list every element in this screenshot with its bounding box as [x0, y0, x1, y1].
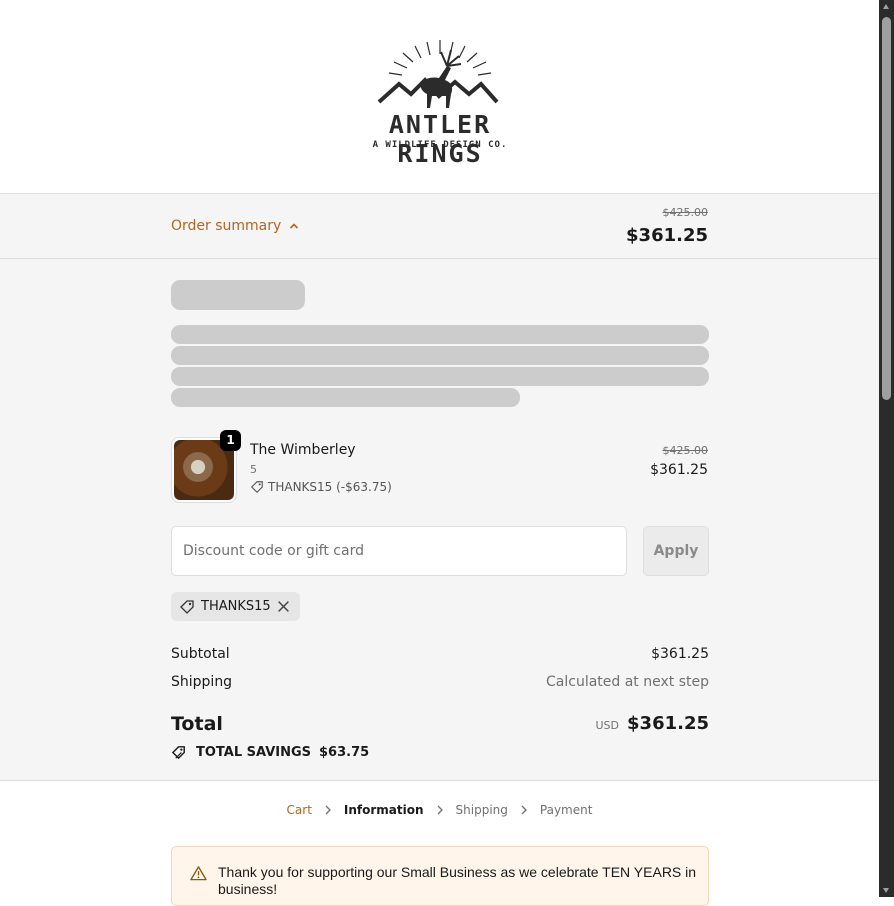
product-discount: THANKS15 (-$63.75)	[250, 480, 392, 494]
quantity-badge: 1	[220, 430, 241, 451]
brand-logo[interactable]: ANTLER RINGS A WILDLIFE DESIGN CO.	[339, 36, 541, 168]
skeleton-line	[171, 367, 709, 386]
savings-value: $63.75	[319, 745, 370, 760]
total-label: Total	[171, 713, 223, 735]
total-currency: USD	[595, 719, 620, 732]
elk-logo-icon	[377, 40, 499, 108]
scrollbar[interactable]	[879, 0, 894, 897]
order-summary-toggle[interactable]: Order summary	[171, 218, 299, 234]
order-summary-toggle-label: Order summary	[171, 218, 282, 234]
chevron-right-icon	[325, 805, 331, 815]
product-price: $361.25	[650, 462, 708, 478]
applied-discount-code: THANKS15	[201, 599, 271, 614]
breadcrumb: Cart Information Shipping Payment	[0, 803, 879, 817]
breadcrumb-payment: Payment	[539, 803, 593, 817]
notice-text: Thank you for supporting our Small Busin…	[218, 864, 697, 897]
chevron-up-icon	[290, 223, 299, 229]
shipping-value: Calculated at next step	[546, 674, 709, 690]
applied-discount-chip: THANKS15	[171, 592, 300, 621]
summary-original-total: $425.00	[662, 206, 709, 219]
product-original-price: $425.00	[662, 444, 709, 457]
close-icon[interactable]	[277, 600, 290, 613]
scroll-up-arrow-icon[interactable]	[883, 4, 889, 9]
skeleton-line	[171, 388, 520, 407]
header: ANTLER RINGS A WILDLIFE DESIGN CO.	[0, 0, 879, 194]
skeleton-title	[171, 280, 305, 310]
tag-icon	[250, 481, 263, 494]
brand-tagline: A WILDLIFE DESIGN CO.	[372, 140, 508, 150]
warning-icon	[190, 866, 207, 881]
subtotal-label: Subtotal	[171, 646, 230, 662]
shipping-label: Shipping	[171, 674, 233, 690]
order-summary-bar: Order summary $425.00 $361.25	[0, 194, 879, 259]
apply-discount-button[interactable]: Apply	[643, 526, 709, 576]
chevron-right-icon	[521, 805, 527, 815]
total-value: USD $361.25	[596, 713, 710, 734]
brand-name: ANTLER RINGS	[388, 110, 492, 168]
total-savings: TOTAL SAVINGS $63.75	[171, 744, 369, 761]
summary-total: $361.25	[626, 225, 708, 246]
scrollbar-thumb[interactable]	[882, 17, 891, 400]
product-variant: 5	[250, 463, 257, 476]
skeleton-line	[171, 325, 709, 344]
discount-code-input[interactable]	[171, 526, 627, 576]
order-summary-panel: 1 The Wimberley 5 THANKS15 (-$63.75) $42…	[0, 259, 879, 781]
breadcrumb-cart[interactable]: Cart	[287, 803, 312, 817]
tag-icon	[180, 599, 194, 614]
shipping-row: Shipping Calculated at next step	[171, 674, 709, 690]
breadcrumb-information: Information	[343, 803, 424, 817]
subtotal-value: $361.25	[651, 646, 709, 662]
tags-icon	[171, 746, 185, 760]
product-discount-label: THANKS15 (-$63.75)	[268, 480, 392, 494]
notice-banner: Thank you for supporting our Small Busin…	[171, 846, 709, 906]
total-amount: $361.25	[627, 713, 709, 734]
savings-label: TOTAL SAVINGS	[196, 745, 312, 760]
product-name: The Wimberley	[250, 442, 356, 458]
chevron-right-icon	[437, 805, 443, 815]
skeleton-line	[171, 346, 709, 365]
breadcrumb-shipping: Shipping	[455, 803, 508, 817]
scroll-down-arrow-icon[interactable]	[883, 888, 889, 893]
checkout-page: ANTLER RINGS A WILDLIFE DESIGN CO. Order…	[0, 0, 879, 906]
subtotal-row: Subtotal $361.25	[171, 646, 709, 662]
